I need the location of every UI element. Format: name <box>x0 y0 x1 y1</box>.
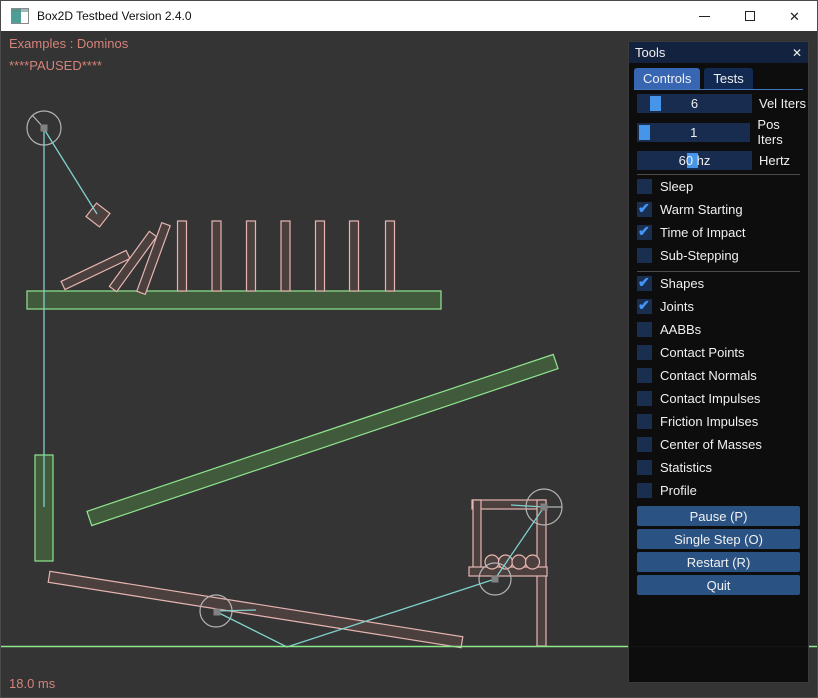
checkbox-label: Statistics <box>660 460 712 475</box>
checkbox-box[interactable]: ✔ <box>637 248 652 263</box>
checkbox-box[interactable]: ✔ <box>637 299 652 314</box>
tools-panel-titlebar[interactable]: Tools ✕ <box>629 42 808 63</box>
minimize-button[interactable] <box>682 1 727 31</box>
separator <box>637 271 800 272</box>
hertz-slider[interactable]: 60 hz <box>637 151 752 170</box>
domino <box>350 221 359 291</box>
window-title: Box2D Testbed Version 2.4.0 <box>37 9 192 23</box>
frame-time-label: 18.0 ms <box>9 676 55 691</box>
checkbox-profile[interactable]: ✔ Profile <box>637 483 808 498</box>
checkbox-box[interactable]: ✔ <box>637 345 652 360</box>
pos-iters-slider-row: 1 Pos Iters <box>637 117 808 147</box>
pos-iters-value: 1 <box>637 123 750 142</box>
checkbox-label: AABBs <box>660 322 701 337</box>
checkbox-label: Shapes <box>660 276 704 291</box>
tools-close-icon[interactable]: ✕ <box>792 46 802 60</box>
checkbox-label: Sleep <box>660 179 693 194</box>
domino-tilting <box>137 223 170 295</box>
domino <box>247 221 256 291</box>
app-icon <box>11 8 29 24</box>
checkbox-label: Contact Points <box>660 345 745 360</box>
checkbox-contact-points[interactable]: ✔ Contact Points <box>637 345 808 360</box>
domino <box>212 221 221 291</box>
checkbox-box[interactable]: ✔ <box>637 460 652 475</box>
checkbox-label: Warm Starting <box>660 202 743 217</box>
check-icon: ✔ <box>638 223 650 240</box>
checkbox-statistics[interactable]: ✔ Statistics <box>637 460 808 475</box>
checkbox-box[interactable]: ✔ <box>637 179 652 194</box>
checkbox-sleep[interactable]: ✔ Sleep <box>637 179 808 194</box>
joint-anchors <box>41 125 548 616</box>
tab-tests[interactable]: Tests <box>704 68 752 89</box>
os-titlebar: Box2D Testbed Version 2.4.0 ✕ <box>1 1 817 31</box>
checkbox-box[interactable]: ✔ <box>637 225 652 240</box>
checkbox-contact-impulses[interactable]: ✔ Contact Impulses <box>637 391 808 406</box>
checkbox-box[interactable]: ✔ <box>637 391 652 406</box>
checkbox-box[interactable]: ✔ <box>637 437 652 452</box>
app-window: Box2D Testbed Version 2.4.0 ✕ <box>0 0 818 698</box>
checkbox-friction-impulses[interactable]: ✔ Friction Impulses <box>637 414 808 429</box>
pendulum-box <box>86 203 110 227</box>
minimize-icon <box>699 16 710 17</box>
quit-button[interactable]: Quit <box>637 575 800 595</box>
domino <box>386 221 395 291</box>
maximize-button[interactable] <box>727 1 772 31</box>
physics-canvas[interactable]: Examples : Dominos ****PAUSED**** 18.0 m… <box>1 31 818 698</box>
checkbox-label: Time of Impact <box>660 225 745 240</box>
domino-platform <box>27 291 441 309</box>
domino <box>178 221 187 291</box>
checkbox-label: Contact Normals <box>660 368 757 383</box>
checkbox-aabbs[interactable]: ✔ AABBs <box>637 322 808 337</box>
close-icon: ✕ <box>789 10 800 23</box>
paused-label: ****PAUSED**** <box>9 58 102 73</box>
pause-button[interactable]: Pause (P) <box>637 506 800 526</box>
maximize-icon <box>745 11 755 21</box>
checkbox-box[interactable]: ✔ <box>637 276 652 291</box>
separator <box>637 174 800 175</box>
tabbar: Controls Tests <box>634 68 803 90</box>
checkbox-shapes[interactable]: ✔ Shapes <box>637 276 808 291</box>
checkbox-label: Contact Impulses <box>660 391 760 406</box>
checkbox-label: Friction Impulses <box>660 414 758 429</box>
checkbox-label: Profile <box>660 483 697 498</box>
checkbox-box[interactable]: ✔ <box>637 414 652 429</box>
check-icon: ✔ <box>638 274 650 291</box>
checkbox-box[interactable]: ✔ <box>637 368 652 383</box>
domino <box>281 221 290 291</box>
checkbox-warm-starting[interactable]: ✔ Warm Starting <box>637 202 808 217</box>
checkbox-joints[interactable]: ✔ Joints <box>637 299 808 314</box>
vel-iters-value: 6 <box>637 94 752 113</box>
hertz-value: 60 hz <box>637 151 752 170</box>
pos-iters-label: Pos Iters <box>757 117 808 147</box>
single-step-button[interactable]: Single Step (O) <box>637 529 800 549</box>
tab-controls[interactable]: Controls <box>634 68 700 89</box>
close-button[interactable]: ✕ <box>772 1 817 31</box>
restart-button[interactable]: Restart (R) <box>637 552 800 572</box>
vel-iters-slider-row: 6 Vel Iters <box>637 94 808 113</box>
example-label: Examples : Dominos <box>9 36 128 51</box>
domino <box>316 221 325 291</box>
check-icon: ✔ <box>638 200 650 217</box>
checkbox-sub-stepping[interactable]: ✔ Sub-Stepping <box>637 248 808 263</box>
vel-iters-slider[interactable]: 6 <box>637 94 752 113</box>
hertz-slider-row: 60 hz Hertz <box>637 151 808 170</box>
checkbox-box[interactable]: ✔ <box>637 202 652 217</box>
checkbox-center-of-masses[interactable]: ✔ Center of Masses <box>637 437 808 452</box>
checkbox-box[interactable]: ✔ <box>637 322 652 337</box>
tools-panel-title: Tools <box>635 45 792 60</box>
checkbox-label: Center of Masses <box>660 437 762 452</box>
hertz-label: Hertz <box>759 153 790 168</box>
checkbox-contact-normals[interactable]: ✔ Contact Normals <box>637 368 808 383</box>
checkbox-label: Sub-Stepping <box>660 248 739 263</box>
window-controls: ✕ <box>682 1 817 31</box>
check-icon: ✔ <box>638 297 650 314</box>
checkbox-box[interactable]: ✔ <box>637 483 652 498</box>
vel-iters-label: Vel Iters <box>759 96 806 111</box>
checkbox-time-of-impact[interactable]: ✔ Time of Impact <box>637 225 808 240</box>
pos-iters-slider[interactable]: 1 <box>637 123 750 142</box>
checkbox-label: Joints <box>660 299 694 314</box>
tools-panel: Tools ✕ Controls Tests 6 Vel Iters <box>628 41 809 683</box>
